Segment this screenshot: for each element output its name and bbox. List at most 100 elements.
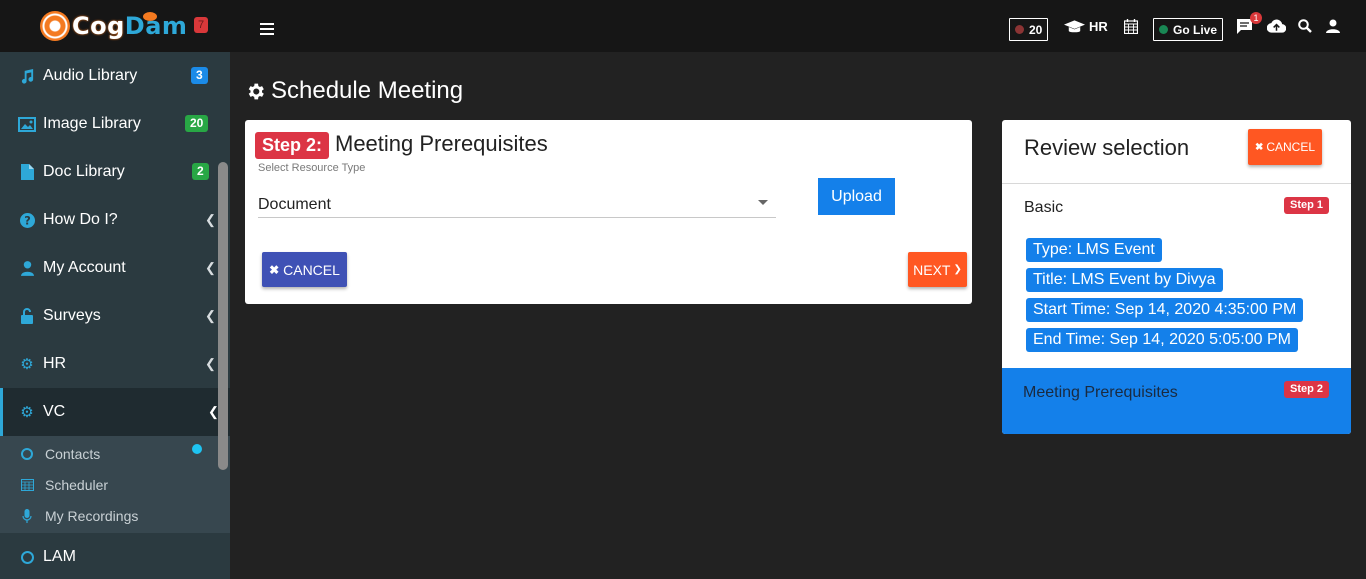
basic-section-title: Basic <box>1024 199 1064 216</box>
calendar-icon[interactable] <box>1124 19 1138 34</box>
counter-value: 20 <box>1029 22 1043 37</box>
online-dot <box>192 444 202 454</box>
sidebar-item-lam[interactable]: LAM <box>0 533 230 579</box>
count-badge: 3 <box>191 67 208 84</box>
go-live-label: Go Live <box>1173 22 1218 37</box>
chevron-left-icon: ❮ <box>205 356 216 371</box>
cloud-upload-icon[interactable] <box>1267 19 1286 33</box>
prerequisites-section: Meeting Prerequisites Step 2 <box>1002 368 1351 434</box>
count-badge: 2 <box>192 163 209 180</box>
user-icon <box>18 260 36 276</box>
resource-type-value: Document <box>258 195 331 213</box>
divider <box>1002 183 1351 184</box>
vc-submenu: Contacts Scheduler My Recordings <box>0 436 230 533</box>
calendar-icon <box>20 478 34 491</box>
resource-type-label: Select Resource Type <box>258 162 366 174</box>
sidebar-subitem-scheduler[interactable]: Scheduler <box>0 469 230 500</box>
sidebar-subitem-label: My Recordings <box>45 507 139 524</box>
gear-icon <box>245 81 266 102</box>
sidebar-subitem-my-recordings[interactable]: My Recordings <box>0 500 230 531</box>
sidebar-subitem-label: Contacts <box>45 445 101 462</box>
step-tag: Step 2: <box>255 132 330 159</box>
review-cancel-label: CANCEL <box>1266 140 1316 154</box>
end-time-chip: End Time: Sep 14, 2020 5:05:00 PM <box>1026 328 1298 352</box>
close-icon: ✖ <box>1254 141 1264 153</box>
page-title-text: Schedule Meeting <box>271 77 464 104</box>
chevron-right-icon: ❯ <box>953 264 962 275</box>
microphone-icon <box>20 508 34 523</box>
logo[interactable]: CogDam 7 <box>0 0 230 52</box>
sidebar-item-my-account[interactable]: My Account ❮ <box>0 244 230 292</box>
circle-icon <box>18 549 36 565</box>
cancel-label: CANCEL <box>283 261 340 278</box>
circle-icon <box>20 447 34 460</box>
title-chip: Title: LMS Event by Divya <box>1026 268 1223 292</box>
sidebar-item-label: HR <box>43 355 67 372</box>
type-chip: Type: LMS Event <box>1026 238 1162 262</box>
music-note-icon <box>18 68 36 84</box>
sidebar-item-how-do-i[interactable]: ? How Do I? ❮ <box>0 196 230 244</box>
sidebar-item-hr[interactable]: ⚙ HR ❮ <box>0 340 230 388</box>
hamburger-menu-icon[interactable] <box>260 23 274 35</box>
caret-down-icon <box>758 200 768 205</box>
image-icon <box>18 116 36 132</box>
upload-button[interactable]: Upload <box>818 178 895 215</box>
page-title: Schedule Meeting <box>245 77 463 105</box>
sidebar-subitem-label: Scheduler <box>45 476 109 493</box>
top-bar: 20 HR Go Live 1 <box>230 0 1366 52</box>
sidebar-item-label: How Do I? <box>43 211 118 228</box>
step-1-badge: Step 1 <box>1284 197 1330 214</box>
review-selection-card: Review selection ✖ CANCEL Basic Step 1 T… <box>1002 120 1351 434</box>
next-button[interactable]: NEXT ❯ <box>908 252 967 287</box>
sidebar-subitem-contacts[interactable]: Contacts <box>0 438 230 469</box>
cogs-icon: ⚙ <box>20 404 34 421</box>
sidebar-item-doc-library[interactable]: Doc Library 2 <box>0 148 230 196</box>
notification-count-badge: 1 <box>1250 12 1262 24</box>
sidebar-item-label: My Account <box>43 259 126 276</box>
sidebar-scrollbar[interactable] <box>218 162 228 470</box>
sidebar-item-image-library[interactable]: Image Library 20 <box>0 100 230 148</box>
logo-badge: 7 <box>194 17 208 33</box>
graduation-cap-icon <box>1064 19 1085 32</box>
sidebar-item-vc[interactable]: ⚙ VC ❮ <box>0 388 230 436</box>
close-icon: ✖ <box>269 262 280 277</box>
document-icon <box>18 164 36 180</box>
prerequisites-section-title: Meeting Prerequisites <box>1023 384 1178 401</box>
cogs-icon: ⚙ <box>20 356 34 373</box>
hr-label: HR <box>1089 19 1108 34</box>
logo-icon <box>40 11 70 41</box>
counter-badge[interactable]: 20 <box>1009 18 1049 41</box>
sidebar: CogDam 7 Audio Library 3 Image Library 2… <box>0 0 230 579</box>
chevron-left-icon: ❮ <box>205 260 216 275</box>
hr-link[interactable]: HR <box>1064 19 1108 34</box>
user-profile-icon[interactable] <box>1326 19 1340 33</box>
chevron-left-icon: ❮ <box>205 308 216 323</box>
sidebar-item-audio-library[interactable]: Audio Library 3 <box>0 52 230 100</box>
sidebar-item-label: VC <box>43 403 66 420</box>
count-badge: 20 <box>185 115 209 132</box>
resource-type-select[interactable]: Document <box>258 192 776 218</box>
step-title: Meeting Prerequisites <box>335 131 548 156</box>
record-dot-icon <box>1015 25 1024 34</box>
start-time-chip: Start Time: Sep 14, 2020 4:35:00 PM <box>1026 298 1304 322</box>
review-title: Review selection <box>1024 135 1190 160</box>
cancel-button[interactable]: ✖ CANCEL <box>262 252 347 287</box>
sidebar-item-label: Surveys <box>43 307 101 324</box>
unlock-icon <box>18 308 36 324</box>
review-cancel-button[interactable]: ✖ CANCEL <box>1248 129 1322 165</box>
chevron-left-icon: ❮ <box>205 212 216 227</box>
prerequisites-card: Step 2: Meeting Prerequisites Select Res… <box>245 120 972 304</box>
live-dot-icon <box>1159 25 1168 34</box>
sidebar-nav: Audio Library 3 Image Library 20 Doc Lib… <box>0 52 230 579</box>
step-2-badge: Step 2 <box>1284 381 1330 398</box>
logo-text-cog: Cog <box>72 12 125 40</box>
sidebar-item-surveys[interactable]: Surveys ❮ <box>0 292 230 340</box>
next-label: NEXT <box>913 261 951 278</box>
chat-icon[interactable] <box>1237 19 1252 34</box>
search-icon[interactable] <box>1298 19 1312 33</box>
go-live-button[interactable]: Go Live <box>1153 18 1224 41</box>
sidebar-item-label: LAM <box>43 548 76 565</box>
fish-icon <box>143 12 157 21</box>
svg-text:?: ? <box>24 214 31 227</box>
question-circle-icon: ? <box>18 212 36 228</box>
